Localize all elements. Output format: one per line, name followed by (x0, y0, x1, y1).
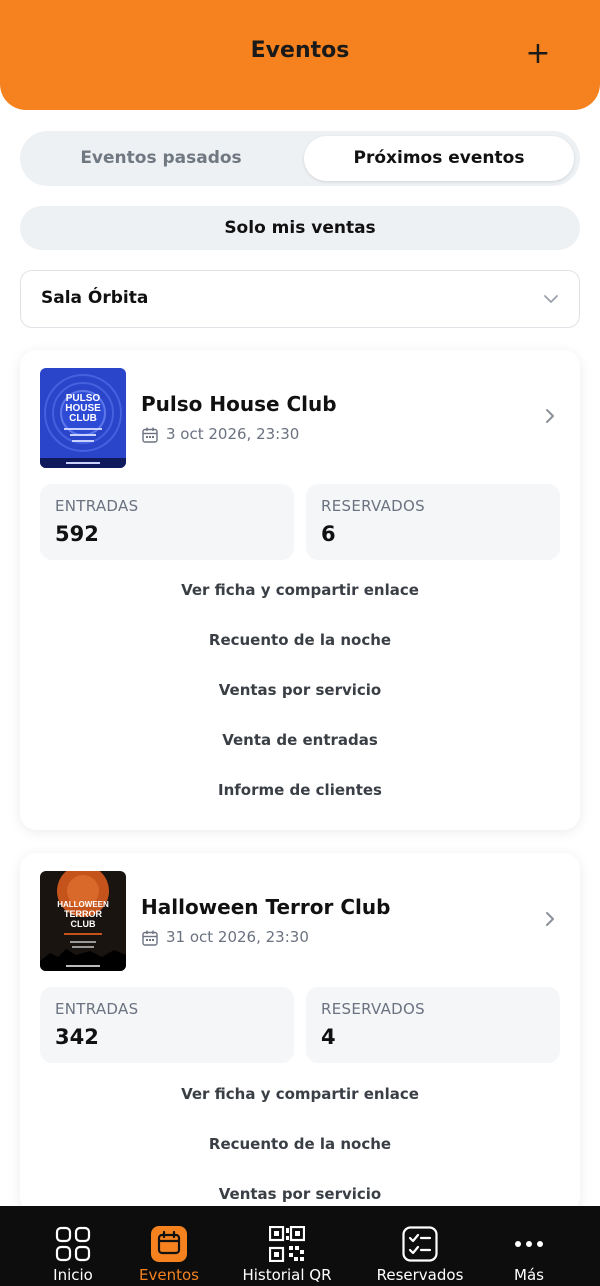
view-event-share-link-button[interactable]: Ver ficha y compartir enlace (20, 581, 580, 599)
customer-report-button[interactable]: Informe de clientes (20, 781, 580, 799)
event-title[interactable]: Pulso House Club (141, 392, 337, 416)
tab-eventos[interactable]: Eventos (129, 1206, 209, 1286)
event-poster-image[interactable]: HALLOWEEN TERROR CLUB (40, 871, 126, 971)
chevron-down-icon (544, 295, 558, 303)
calendar-icon (142, 930, 158, 946)
my-sales-filter-button[interactable]: Solo mis ventas (20, 206, 580, 250)
tab-mas[interactable]: Más (489, 1206, 569, 1286)
tab-upcoming-events[interactable]: Próximos eventos (304, 136, 574, 181)
reservations-stat-value: 4 (321, 1025, 336, 1049)
reservations-stat-label: RESERVADOS (321, 497, 425, 515)
calendar-icon (157, 1230, 181, 1255)
tab-label: Inicio (53, 1266, 93, 1284)
event-card: PULSO HOUSE CLUB Pulso House Club 3 oct … (20, 350, 580, 830)
tab-reservados[interactable]: Reservados (370, 1206, 470, 1286)
app-header: Eventos + (0, 0, 600, 110)
ticket-sales-button[interactable]: Venta de entradas (20, 731, 580, 749)
event-title[interactable]: Halloween Terror Club (141, 895, 390, 919)
tab-label: Historial QR (242, 1266, 332, 1284)
reservations-stat: RESERVADOS 4 (306, 987, 560, 1063)
event-poster-image[interactable]: PULSO HOUSE CLUB (40, 368, 126, 468)
reservations-stat-label: RESERVADOS (321, 1000, 425, 1018)
qr-code-icon (269, 1226, 305, 1262)
tickets-stat-value: 342 (55, 1025, 99, 1049)
night-count-button[interactable]: Recuento de la noche (20, 631, 580, 649)
night-count-button[interactable]: Recuento de la noche (20, 1135, 580, 1153)
tab-historial-qr[interactable]: Historial QR (237, 1206, 337, 1286)
event-date: 3 oct 2026, 23:30 (166, 425, 300, 443)
grid-icon (55, 1226, 91, 1262)
venue-select[interactable]: Sala Órbita (20, 270, 580, 328)
tab-past-events[interactable]: Eventos pasados (26, 136, 296, 181)
tab-label: Más (514, 1266, 544, 1284)
tab-label: Eventos (139, 1266, 199, 1284)
event-card: HALLOWEEN TERROR CLUB Halloween Terror C… (20, 853, 580, 1213)
view-event-share-link-button[interactable]: Ver ficha y compartir enlace (20, 1085, 580, 1103)
chevron-right-icon[interactable] (542, 406, 558, 426)
add-event-button[interactable]: + (524, 38, 552, 70)
tickets-stat-label: ENTRADAS (55, 1000, 139, 1018)
more-dots-icon (515, 1241, 543, 1247)
chevron-right-icon[interactable] (542, 909, 558, 929)
reservations-stat: RESERVADOS 6 (306, 484, 560, 560)
page-title: Eventos (250, 38, 350, 63)
poster-line-2: TERROR (64, 909, 103, 919)
tickets-stat-value: 592 (55, 522, 99, 546)
tickets-stat: ENTRADAS 342 (40, 987, 294, 1063)
tickets-stat-label: ENTRADAS (55, 497, 139, 515)
sales-by-service-button[interactable]: Ventas por servicio (20, 1185, 580, 1203)
event-date: 31 oct 2026, 23:30 (166, 928, 309, 946)
reservations-stat-value: 6 (321, 522, 336, 546)
tickets-stat: ENTRADAS 592 (40, 484, 294, 560)
poster-line-3: CLUB (69, 413, 97, 424)
checklist-icon (402, 1226, 438, 1262)
calendar-icon (142, 427, 158, 443)
poster-line-1: HALLOWEEN (57, 900, 109, 909)
bottom-tab-bar: Inicio Eventos Historial QR Reservados M… (0, 1206, 600, 1286)
venue-select-value: Sala Órbita (41, 288, 149, 308)
tab-inicio[interactable]: Inicio (33, 1206, 113, 1286)
poster-line-3: CLUB (71, 919, 96, 929)
events-segmented-control: Eventos pasados Próximos eventos (20, 131, 580, 186)
tab-label: Reservados (376, 1266, 464, 1284)
sales-by-service-button[interactable]: Ventas por servicio (20, 681, 580, 699)
